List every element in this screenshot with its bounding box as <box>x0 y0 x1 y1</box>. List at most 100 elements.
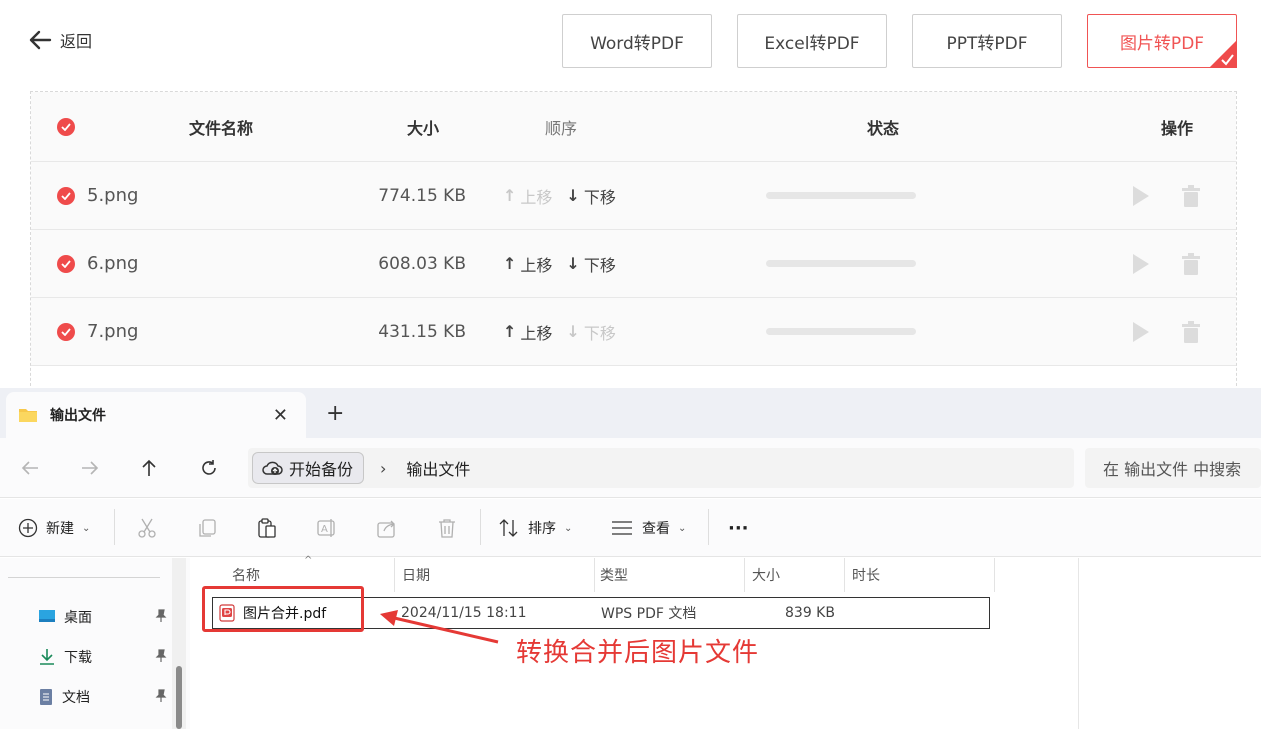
trash-icon[interactable] <box>1181 320 1201 343</box>
play-icon[interactable] <box>1131 321 1151 343</box>
explorer-tab[interactable]: 输出文件 ✕ <box>6 392 306 438</box>
column-header-duration[interactable]: 时长 <box>852 558 880 592</box>
file-size: 608.03 KB <box>378 253 466 274</box>
arrow-up-icon: ↑ <box>503 322 517 341</box>
back-button[interactable]: 返回 <box>28 28 92 52</box>
more-options-button[interactable]: ··· <box>728 515 749 541</box>
sidebar-item-documents[interactable]: 文档 <box>38 685 168 709</box>
clipboard-icon <box>258 518 276 538</box>
order-controls: ↑ 上移 ↓ 下移 <box>503 162 616 229</box>
move-down-button[interactable]: ↓ 下移 <box>566 320 615 344</box>
divider <box>744 558 745 592</box>
move-down-button[interactable]: ↓ 下移 <box>566 252 615 276</box>
sort-button[interactable]: 排序 ⌄ <box>498 515 572 541</box>
copy-icon <box>199 519 216 537</box>
arrow-down-icon: ↓ <box>566 254 580 273</box>
order-controls: ↑ 上移 ↓ 下移 <box>503 230 616 297</box>
action-cell <box>1131 162 1201 229</box>
pin-icon[interactable] <box>154 649 168 663</box>
column-header-type[interactable]: 类型 <box>600 558 628 592</box>
back-nav-icon[interactable] <box>18 456 42 480</box>
address-bar-row: 开始备份 › 输出文件 在 输出文件 中搜索 <box>0 438 1261 498</box>
tab-label: Excel转PDF <box>764 33 860 54</box>
table-row: 5.png 774.15 KB ↑ 上移 ↓ 下移 <box>31 162 1236 230</box>
rename-button[interactable]: A <box>316 515 338 541</box>
pin-icon[interactable] <box>154 689 168 703</box>
refresh-icon[interactable] <box>197 456 221 480</box>
status-cell <box>766 162 916 229</box>
tab-image-to-pdf[interactable]: 图片转PDF <box>1087 14 1237 68</box>
share-button[interactable] <box>376 515 398 541</box>
action-cell <box>1131 230 1201 297</box>
chevron-down-icon: ⌄ <box>82 522 91 534</box>
tab-label: Word转PDF <box>590 33 684 54</box>
new-tab-icon[interactable]: + <box>326 403 344 425</box>
chevron-down-icon: ⌄ <box>564 522 573 534</box>
tab-ppt-to-pdf[interactable]: PPT转PDF <box>912 14 1062 68</box>
column-header-order: 顺序 <box>545 118 578 138</box>
move-up-label: 上移 <box>520 187 553 207</box>
sidebar-item-label: 文档 <box>62 690 90 706</box>
tab-excel-to-pdf[interactable]: Excel转PDF <box>737 14 887 68</box>
divider <box>114 509 115 545</box>
folder-icon <box>19 409 37 422</box>
column-header-action: 操作 <box>1161 118 1194 138</box>
trash-icon[interactable] <box>1181 252 1201 275</box>
trash-icon <box>439 519 455 538</box>
move-down-label: 下移 <box>583 255 616 275</box>
up-nav-icon[interactable] <box>137 456 161 480</box>
search-input[interactable]: 在 输出文件 中搜索 <box>1085 448 1261 488</box>
close-tab-icon[interactable]: ✕ <box>273 405 288 426</box>
file-size: 774.15 KB <box>378 185 466 206</box>
move-down-label: 下移 <box>583 187 616 207</box>
move-up-label: 上移 <box>520 323 553 343</box>
view-button[interactable]: 查看 ⌄ <box>610 515 686 541</box>
sidebar-item-downloads[interactable]: 下载 <box>38 645 168 669</box>
move-up-button[interactable]: ↑ 上移 <box>503 252 552 276</box>
row-checkbox[interactable] <box>57 162 75 229</box>
file-name: 6.png <box>87 253 139 274</box>
cloud-backup-icon <box>262 461 283 475</box>
file-size: 431.15 KB <box>378 321 466 342</box>
scissors-icon <box>138 518 156 538</box>
address-bar[interactable]: 开始备份 › 输出文件 <box>248 448 1074 488</box>
copy-button[interactable] <box>196 515 218 541</box>
annotation-arrow-icon <box>380 610 499 644</box>
progress-bar <box>766 260 916 267</box>
row-checkbox[interactable] <box>57 298 75 365</box>
tab-word-to-pdf[interactable]: Word转PDF <box>562 14 712 68</box>
start-backup-button[interactable]: 开始备份 <box>252 452 365 484</box>
delete-button[interactable] <box>436 515 458 541</box>
select-all-checkbox[interactable] <box>57 92 75 161</box>
table-row: 7.png 431.15 KB ↑ 上移 ↓ 下移 <box>31 298 1236 366</box>
play-icon[interactable] <box>1131 185 1151 207</box>
move-down-label: 下移 <box>583 323 616 343</box>
move-up-label: 上移 <box>520 255 553 275</box>
progress-bar <box>766 328 916 335</box>
cut-button[interactable] <box>136 515 158 541</box>
trash-icon[interactable] <box>1181 184 1201 207</box>
chevron-right-icon: › <box>380 458 387 478</box>
paste-button[interactable] <box>256 515 278 541</box>
column-header-name: 文件名称 <box>189 118 254 138</box>
scrollbar-thumb[interactable] <box>176 666 182 729</box>
sort-icon <box>499 519 518 537</box>
new-button[interactable]: 新建 ⌄ <box>18 515 90 541</box>
file-name: 7.png <box>87 321 139 342</box>
breadcrumb[interactable]: 输出文件 <box>406 456 470 480</box>
pin-icon[interactable] <box>154 609 168 623</box>
column-header-date[interactable]: 日期 <box>402 558 430 592</box>
sidebar-item-desktop[interactable]: 桌面 <box>38 605 168 629</box>
play-icon[interactable] <box>1131 253 1151 275</box>
column-header-status: 状态 <box>867 118 900 138</box>
row-checkbox[interactable] <box>57 230 75 297</box>
forward-nav-icon[interactable] <box>78 456 102 480</box>
sidebar-item-label: 桌面 <box>64 610 92 626</box>
divider <box>994 558 995 592</box>
move-down-button[interactable]: ↓ 下移 <box>566 184 615 208</box>
move-up-button[interactable]: ↑ 上移 <box>503 184 552 208</box>
column-header-size[interactable]: 大小 <box>752 558 780 592</box>
navigation-pane: 桌面 下载 文档 <box>0 558 190 729</box>
move-up-button[interactable]: ↑ 上移 <box>503 320 552 344</box>
new-label: 新建 <box>46 521 74 537</box>
